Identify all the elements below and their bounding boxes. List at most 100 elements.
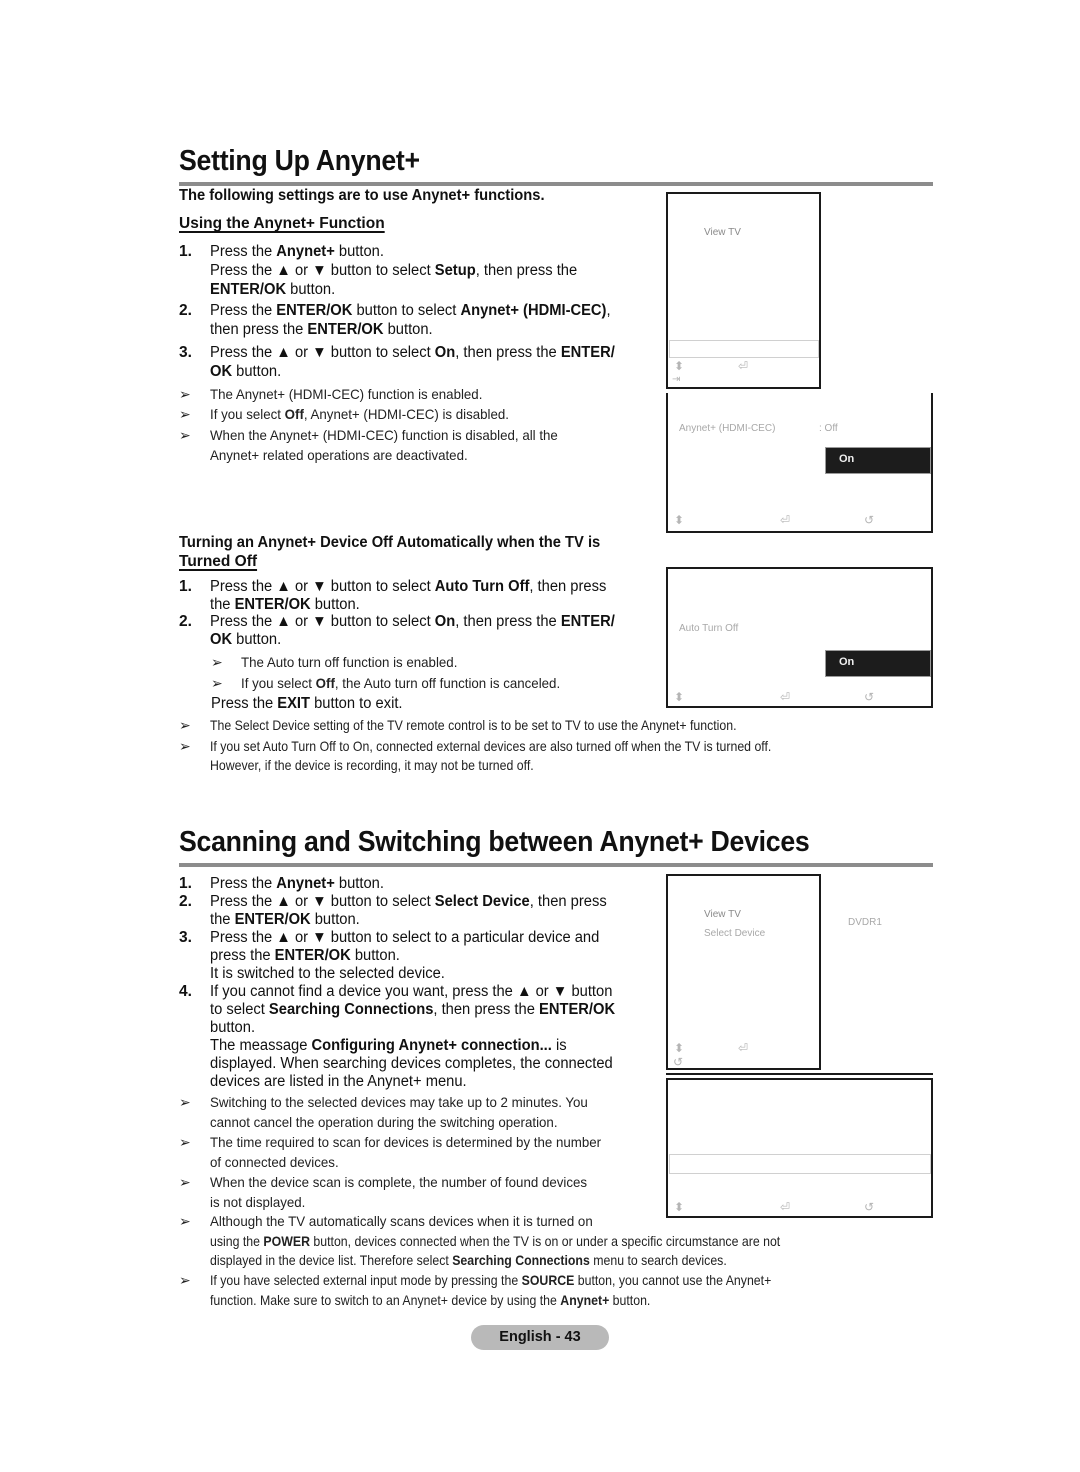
step-text: If you cannot find a device you want, pr… bbox=[210, 983, 613, 1000]
screen-auto-turn-off: Auto Turn Off On ⬍ ⏎ ↺ bbox=[666, 567, 933, 708]
note-arrow-icon: ➢ bbox=[179, 1174, 191, 1190]
note-arrow-icon: ➢ bbox=[179, 427, 191, 443]
return-icon: ↺ bbox=[864, 690, 875, 704]
step-number: 2. bbox=[179, 613, 192, 630]
step-number: 3. bbox=[179, 344, 192, 361]
enter-icon: ⏎ bbox=[780, 1200, 791, 1214]
note-text: cannot cancel the operation during the s… bbox=[210, 1113, 558, 1130]
note-text: If you have selected external input mode… bbox=[210, 1272, 772, 1288]
subheading-auto-off-line2: Turned Off bbox=[179, 553, 258, 570]
note-text: function. Make sure to switch to an Anyn… bbox=[210, 1291, 651, 1308]
exit-icon: ⇥ bbox=[672, 374, 681, 385]
option-on-selected[interactable]: On bbox=[825, 447, 931, 474]
updown-icon: ⬍ bbox=[674, 359, 685, 373]
step-text: OK button. bbox=[210, 363, 282, 380]
hdmi-cec-value: : Off bbox=[819, 423, 838, 434]
note-text: Anynet+ related operations are deactivat… bbox=[210, 447, 468, 463]
enter-icon: ⏎ bbox=[738, 359, 749, 373]
step-text: Press the ▲ or ▼ button to select to a p… bbox=[210, 929, 600, 946]
note-arrow-icon: ➢ bbox=[211, 654, 223, 670]
menu-item-select-device: Select Device bbox=[704, 928, 766, 939]
step-number: 1. bbox=[179, 875, 192, 892]
step-text: press the ENTER/OK button. bbox=[210, 947, 400, 964]
step-text: It is switched to the selected device. bbox=[210, 965, 445, 982]
auto-turn-off-label: Auto Turn Off bbox=[679, 623, 739, 634]
step-number: 2. bbox=[179, 893, 192, 910]
return-icon: ↺ bbox=[864, 513, 875, 527]
step-text: Press the ▲ or ▼ button to select On, th… bbox=[210, 613, 615, 630]
note-text: Switching to the selected devices may ta… bbox=[210, 1094, 588, 1110]
screen-hdmi-cec: Anynet+ (HDMI-CEC) : Off On ⬍ ⏎ ↺ bbox=[666, 393, 933, 533]
step-text: OK button. bbox=[210, 631, 282, 648]
enter-icon: ⏎ bbox=[738, 1041, 749, 1055]
step-text: Press the Anynet+ button. bbox=[210, 875, 384, 892]
note-arrow-icon: ➢ bbox=[179, 1272, 191, 1288]
note-text: When the device scan is complete, the nu… bbox=[210, 1174, 588, 1190]
note-arrow-icon: ➢ bbox=[179, 1213, 191, 1229]
step-number: 4. bbox=[179, 983, 192, 1000]
note-text: displayed in the device list. Therefore … bbox=[210, 1252, 727, 1268]
note-text: The Auto turn off function is enabled. bbox=[241, 654, 458, 670]
enter-icon: ⏎ bbox=[780, 513, 791, 527]
step-text: Press the Anynet+ button. bbox=[210, 243, 384, 260]
step-text: Press the ▲ or ▼ button to select On, th… bbox=[210, 344, 615, 361]
updown-icon: ⬍ bbox=[674, 690, 685, 704]
step-text: Press the ENTER/OK button to select Anyn… bbox=[210, 302, 611, 319]
subheading-using-function: Using the Anynet+ Function bbox=[179, 215, 385, 232]
step-number: 1. bbox=[179, 578, 192, 595]
note-arrow-icon: ➢ bbox=[179, 1094, 191, 1110]
menu-item-view-tv: View TV bbox=[704, 909, 741, 920]
note-arrow-icon: ➢ bbox=[179, 386, 191, 402]
title-rule bbox=[179, 182, 933, 186]
step-number: 1. bbox=[179, 243, 192, 260]
note-arrow-icon: ➢ bbox=[179, 1134, 191, 1150]
return-icon: ↺ bbox=[864, 1200, 875, 1214]
step-text: Press the ▲ or ▼ button to select Setup,… bbox=[210, 262, 578, 279]
note-text: The Anynet+ (HDMI-CEC) function is enabl… bbox=[210, 386, 483, 402]
step-text: Press the ▲ or ▼ button to select Select… bbox=[210, 893, 607, 910]
intro-text: The following settings are to use Anynet… bbox=[179, 187, 545, 204]
note-text: If you set Auto Turn Off to On, connecte… bbox=[210, 738, 772, 754]
menu-highlight-bar bbox=[669, 1154, 931, 1174]
note-text: The Select Device setting of the TV remo… bbox=[210, 717, 737, 733]
screen-select-device: View TV Select Device ⬍ ⏎ ↺ bbox=[666, 874, 821, 1070]
step-text: to select Searching Connections, then pr… bbox=[210, 1001, 616, 1018]
menu-highlight-bar bbox=[669, 340, 819, 358]
step-number: 3. bbox=[179, 929, 192, 946]
note-arrow-icon: ➢ bbox=[179, 406, 191, 422]
screen-device-list: ⬍ ⏎ ↺ bbox=[666, 1078, 933, 1218]
note-text: If you select Off, the Auto turn off fun… bbox=[241, 675, 561, 691]
note-arrow-icon: ➢ bbox=[211, 675, 223, 691]
note-text: using the POWER button, devices connecte… bbox=[210, 1232, 781, 1249]
section-title-setting-up: Setting Up Anynet+ bbox=[179, 145, 420, 177]
section-title-scanning: Scanning and Switching between Anynet+ D… bbox=[179, 826, 810, 858]
screen-anynet-menu: View TV ⬍ ⏎ ⇥ bbox=[666, 192, 821, 389]
step-text: the ENTER/OK button. bbox=[210, 911, 360, 928]
step-text: displayed. When searching devices comple… bbox=[210, 1055, 613, 1072]
note-text: Although the TV automatically scans devi… bbox=[210, 1213, 593, 1229]
note-text: When the Anynet+ (HDMI-CEC) function is … bbox=[210, 427, 558, 443]
note-text: of connected devices. bbox=[210, 1153, 339, 1170]
step-number: 2. bbox=[179, 302, 192, 319]
divider-line bbox=[666, 1073, 933, 1075]
note-text: However, if the device is recording, it … bbox=[210, 757, 534, 773]
note-arrow-icon: ➢ bbox=[179, 738, 191, 754]
step-text: Press the ▲ or ▼ button to select Auto T… bbox=[210, 578, 607, 595]
updown-icon: ⬍ bbox=[674, 513, 685, 527]
note-text: is not displayed. bbox=[210, 1193, 306, 1210]
step-text: button. bbox=[210, 1019, 256, 1036]
hdmi-cec-label: Anynet+ (HDMI-CEC) bbox=[679, 423, 776, 434]
subheading-auto-off-line1: Turning an Anynet+ Device Off Automatica… bbox=[179, 534, 601, 551]
step-text: devices are listed in the Anynet+ menu. bbox=[210, 1073, 467, 1090]
menu-item-view-tv: View TV bbox=[704, 227, 741, 238]
option-on-selected[interactable]: On bbox=[825, 650, 931, 677]
device-dvdr1[interactable]: DVDR1 bbox=[848, 917, 882, 928]
enter-icon: ⏎ bbox=[780, 690, 791, 704]
step-text: ENTER/OK button. bbox=[210, 281, 336, 298]
note-text: If you select Off, Anynet+ (HDMI-CEC) is… bbox=[210, 406, 509, 422]
title-rule bbox=[179, 863, 933, 867]
updown-icon: ⬍ bbox=[674, 1200, 685, 1214]
step-text: then press the ENTER/OK button. bbox=[210, 321, 433, 338]
updown-icon: ⬍ bbox=[674, 1041, 685, 1055]
note-arrow-icon: ➢ bbox=[179, 717, 191, 733]
